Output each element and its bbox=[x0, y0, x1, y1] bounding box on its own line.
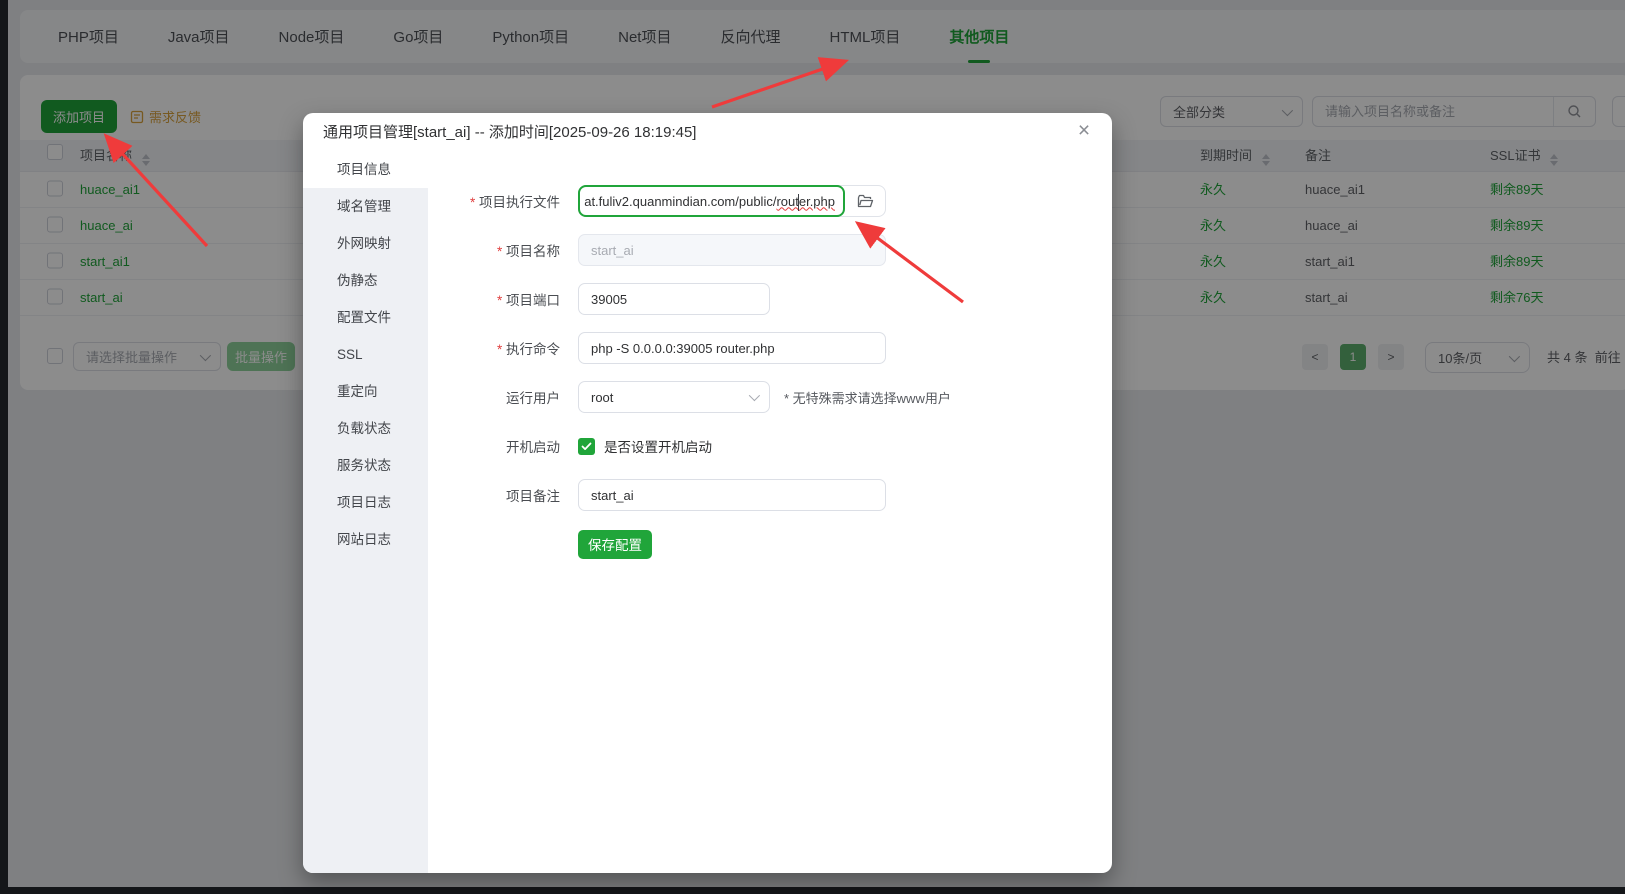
page: PHP项目 Java项目 Node项目 Go项目 Python项目 Net项目 反向代理 HT… bbox=[0, 0, 1625, 894]
form-row-autostart: 开机启动 是否设置开机启动 bbox=[428, 430, 1112, 462]
modal-menu-item-2[interactable]: 外网映射 bbox=[303, 225, 428, 262]
project-manage-modal: 通用项目管理[start_ai] -- 添加时间[2025-09-26 18:1… bbox=[303, 113, 1112, 873]
port-input[interactable] bbox=[578, 283, 770, 315]
modal-menu-item-0[interactable]: 项目信息 bbox=[303, 151, 428, 188]
project-name-input bbox=[578, 234, 886, 266]
form-row-exec-file: 项目执行文件 at.fuliv2.quanmindian.com/public/… bbox=[428, 185, 1112, 217]
autostart-checkbox-label: 是否设置开机启动 bbox=[604, 440, 712, 455]
form-row-command: 执行命令 bbox=[428, 332, 1112, 364]
folder-icon bbox=[857, 194, 873, 207]
exec-file-group: at.fuliv2.quanmindian.com/public/router.… bbox=[578, 185, 886, 217]
project-form: 项目执行文件 at.fuliv2.quanmindian.com/public/… bbox=[428, 151, 1112, 873]
check-icon bbox=[581, 442, 592, 450]
form-row-project-name: 项目名称 bbox=[428, 234, 1112, 266]
modal-menu-item-3[interactable]: 伪静态 bbox=[303, 262, 428, 299]
autostart-checkbox[interactable] bbox=[578, 437, 595, 455]
command-input[interactable] bbox=[578, 332, 886, 364]
exec-file-value-tail: router.php bbox=[776, 193, 835, 209]
modal-menu-item-5[interactable]: SSL bbox=[303, 336, 428, 373]
chevron-down-icon bbox=[748, 389, 761, 402]
run-user-hint: * 无特殊需求请选择www用户 bbox=[784, 390, 951, 406]
modal-menu-item-8[interactable]: 服务状态 bbox=[303, 447, 428, 484]
note-label: 项目备注 bbox=[506, 489, 560, 504]
folder-browse-button[interactable] bbox=[845, 186, 885, 216]
form-row-save: 保存配置 bbox=[428, 528, 1112, 560]
modal-title: 通用项目管理[start_ai] -- 添加时间[2025-09-26 18:1… bbox=[323, 124, 697, 141]
run-user-label: 运行用户 bbox=[506, 391, 560, 406]
modal-menu-item-4[interactable]: 配置文件 bbox=[303, 299, 428, 336]
close-icon[interactable]: × bbox=[1072, 119, 1096, 143]
form-row-note: 项目备注 bbox=[428, 479, 1112, 511]
save-config-button[interactable]: 保存配置 bbox=[578, 529, 652, 559]
modal-menu-item-10[interactable]: 网站日志 bbox=[303, 521, 428, 558]
form-row-port: 项目端口 bbox=[428, 283, 1112, 315]
exec-file-value-head: at.fuliv2.quanmindian.com/public/ bbox=[584, 193, 777, 209]
modal-side-menu: 项目信息 域名管理 外网映射 伪静态 配置文件 SSL 重定向 负载状态 服务状态 项目日志 网站日… bbox=[303, 151, 428, 873]
exec-file-input[interactable]: at.fuliv2.quanmindian.com/public/router.… bbox=[578, 185, 845, 217]
modal-menu-item-1[interactable]: 域名管理 bbox=[303, 188, 428, 225]
command-label: 执行命令 bbox=[428, 338, 578, 358]
text-cursor bbox=[797, 194, 799, 211]
modal-menu-item-9[interactable]: 项目日志 bbox=[303, 484, 428, 521]
autostart-label: 开机启动 bbox=[506, 440, 560, 455]
port-label: 项目端口 bbox=[428, 289, 578, 309]
project-name-label: 项目名称 bbox=[428, 240, 578, 260]
run-user-value: root bbox=[591, 389, 614, 405]
exec-file-label: 项目执行文件 bbox=[428, 191, 578, 211]
modal-menu-item-6[interactable]: 重定向 bbox=[303, 373, 428, 410]
modal-menu-item-7[interactable]: 负载状态 bbox=[303, 410, 428, 447]
form-row-run-user: 运行用户 root * 无特殊需求请选择www用户 bbox=[428, 381, 1112, 413]
run-user-select[interactable]: root bbox=[578, 381, 770, 413]
note-input[interactable] bbox=[578, 479, 886, 511]
